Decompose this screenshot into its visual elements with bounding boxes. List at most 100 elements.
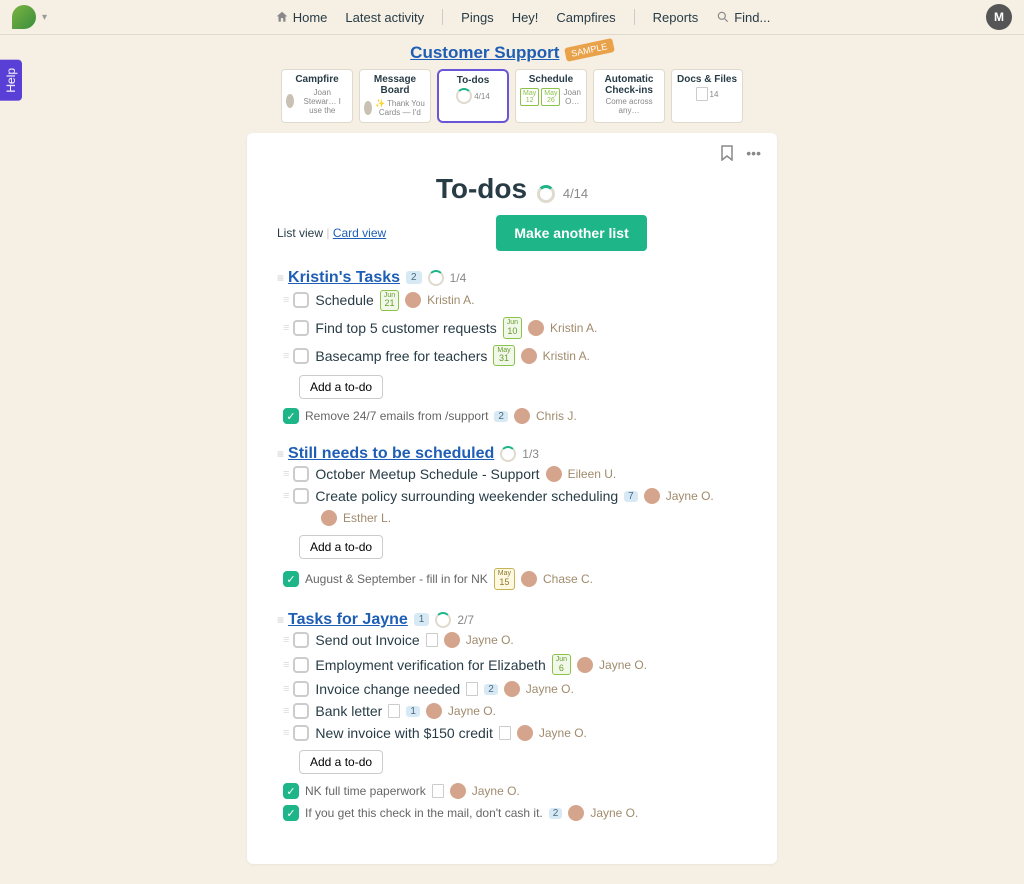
tool-campfire[interactable]: Campfire Joan Stewar… I use the [281,69,353,123]
todo-text[interactable]: Invoice change needed [315,681,460,697]
add-todo-button[interactable]: Add a to-do [299,535,383,559]
more-icon[interactable]: ••• [746,145,761,164]
todo-item: ≡ New invoice with $150 credit Jayne O. [277,722,747,744]
nav-home[interactable]: Home [275,10,328,25]
logo-dropdown-icon[interactable]: ▾ [42,12,47,23]
nav-hey[interactable]: Hey! [512,10,539,25]
drag-handle-icon[interactable]: ≡ [277,271,282,285]
progress-circle-icon [500,446,516,462]
list-title[interactable]: Still needs to be scheduled [288,445,494,463]
todo-text[interactable]: If you get this check in the mail, don't… [305,806,543,820]
make-another-list-button[interactable]: Make another list [496,215,646,251]
bookmark-icon[interactable] [720,145,734,164]
todo-checkbox[interactable] [293,488,309,504]
add-todo-button[interactable]: Add a to-do [299,375,383,399]
todo-text[interactable]: Schedule [315,292,373,308]
tool-checkins[interactable]: Automatic Check-ins Come across any… [593,69,665,123]
tool-title: Message Board [364,74,426,96]
todo-checkbox[interactable] [293,703,309,719]
due-date-badge: May15 [494,568,515,590]
todo-checkbox[interactable] [293,657,309,673]
tool-todos[interactable]: To-dos 4/14 [437,69,509,123]
list-progress: 2/7 [457,613,474,627]
help-tab[interactable]: Help [0,60,22,101]
todo-text[interactable]: Remove 24/7 emails from /support [305,409,488,423]
todo-checkbox[interactable] [293,632,309,648]
list-header: ≡ Kristin's Tasks 2 1/4 [277,269,747,287]
drag-handle-icon[interactable]: ≡ [283,727,287,739]
todo-text[interactable]: Basecamp free for teachers [315,348,487,364]
tool-message-board[interactable]: Message Board ✨ Thank You Cards — I'd [359,69,431,123]
drag-handle-icon[interactable]: ≡ [283,350,287,362]
drag-handle-icon[interactable]: ≡ [277,613,282,627]
drag-handle-icon[interactable]: ≡ [283,683,287,695]
progress-circle-icon [435,612,451,628]
nav-pings[interactable]: Pings [461,10,494,25]
search-icon [716,10,730,24]
list-title[interactable]: Tasks for Jayne [288,611,408,629]
drag-handle-icon[interactable]: ≡ [283,634,287,646]
drag-handle-icon[interactable]: ≡ [283,490,287,502]
todo-checkbox[interactable] [293,348,309,364]
nav-campfires[interactable]: Campfires [556,10,615,25]
drag-handle-icon[interactable]: ≡ [283,322,287,334]
project-title[interactable]: Customer Support [410,43,559,63]
user-avatar[interactable]: M [986,4,1012,30]
card-view-link[interactable]: Card view [333,226,386,240]
list-progress: 1/4 [450,271,467,285]
tool-schedule[interactable]: Schedule May12 May26 Joan O… [515,69,587,123]
nav-reports[interactable]: Reports [653,10,699,25]
avatar-icon [286,94,294,108]
tool-title: To-dos [443,75,503,86]
tool-sub: ✨ Thank You Cards — I'd [374,100,426,118]
todo-item: ≡ Create policy surrounding weekender sc… [277,485,747,507]
tool-nav: Campfire Joan Stewar… I use the Message … [0,67,1024,133]
todo-text[interactable]: Bank letter [315,703,382,719]
nav-find[interactable]: Find... [716,10,770,25]
due-date-badge: May31 [493,345,514,367]
nav-activity[interactable]: Latest activity [345,10,424,25]
todo-text[interactable]: NK full time paperwork [305,784,426,798]
document-icon [499,726,511,740]
todo-text[interactable]: Send out Invoice [315,632,419,648]
todo-item: ≡ Send out Invoice Jayne O. [277,629,747,651]
todo-text[interactable]: August & September - fill in for NK [305,572,488,586]
todo-checkbox[interactable] [293,292,309,308]
todo-checkbox-checked[interactable]: ✓ [283,783,299,799]
drag-handle-icon[interactable]: ≡ [283,468,287,480]
todo-checkbox[interactable] [293,725,309,741]
assignee-name: Jayne O. [448,704,496,718]
todo-checkbox-checked[interactable]: ✓ [283,408,299,424]
assignee-avatar [521,348,537,364]
drag-handle-icon[interactable]: ≡ [277,447,282,461]
assignee-avatar [504,681,520,697]
drag-handle-icon[interactable]: ≡ [283,659,287,671]
add-todo-button[interactable]: Add a to-do [299,750,383,774]
assignee-name: Jayne O. [590,806,638,820]
todo-text[interactable]: Find top 5 customer requests [315,320,496,336]
todo-text[interactable]: Employment verification for Elizabeth [315,657,545,673]
nav-divider [634,9,635,25]
basecamp-logo[interactable] [12,5,36,29]
todo-text[interactable]: October Meetup Schedule - Support [315,466,539,482]
tool-docs[interactable]: Docs & Files 14 [671,69,743,123]
page-title-row: To-dos 4/14 [277,173,747,205]
drag-handle-icon[interactable]: ≡ [283,705,287,717]
count-badge: 2 [406,271,422,284]
todo-checkbox[interactable] [293,681,309,697]
list-header: ≡ Tasks for Jayne1 2/7 [277,611,747,629]
main-panel: ••• To-dos 4/14 List view | Card view Ma… [247,133,777,865]
due-date-badge: Jun21 [380,290,399,312]
tool-title: Docs & Files [676,74,738,85]
todo-checkbox-checked[interactable]: ✓ [283,805,299,821]
todo-checkbox[interactable] [293,466,309,482]
comment-count-badge: 7 [624,491,638,502]
list-title[interactable]: Kristin's Tasks [288,269,400,287]
todo-text[interactable]: Create policy surrounding weekender sche… [315,488,618,504]
todo-checkbox-checked[interactable]: ✓ [283,571,299,587]
document-icon [696,87,708,101]
todo-text[interactable]: New invoice with $150 credit [315,725,492,741]
drag-handle-icon[interactable]: ≡ [283,294,287,306]
list-header: ≡ Still needs to be scheduled 1/3 [277,445,747,463]
todo-checkbox[interactable] [293,320,309,336]
